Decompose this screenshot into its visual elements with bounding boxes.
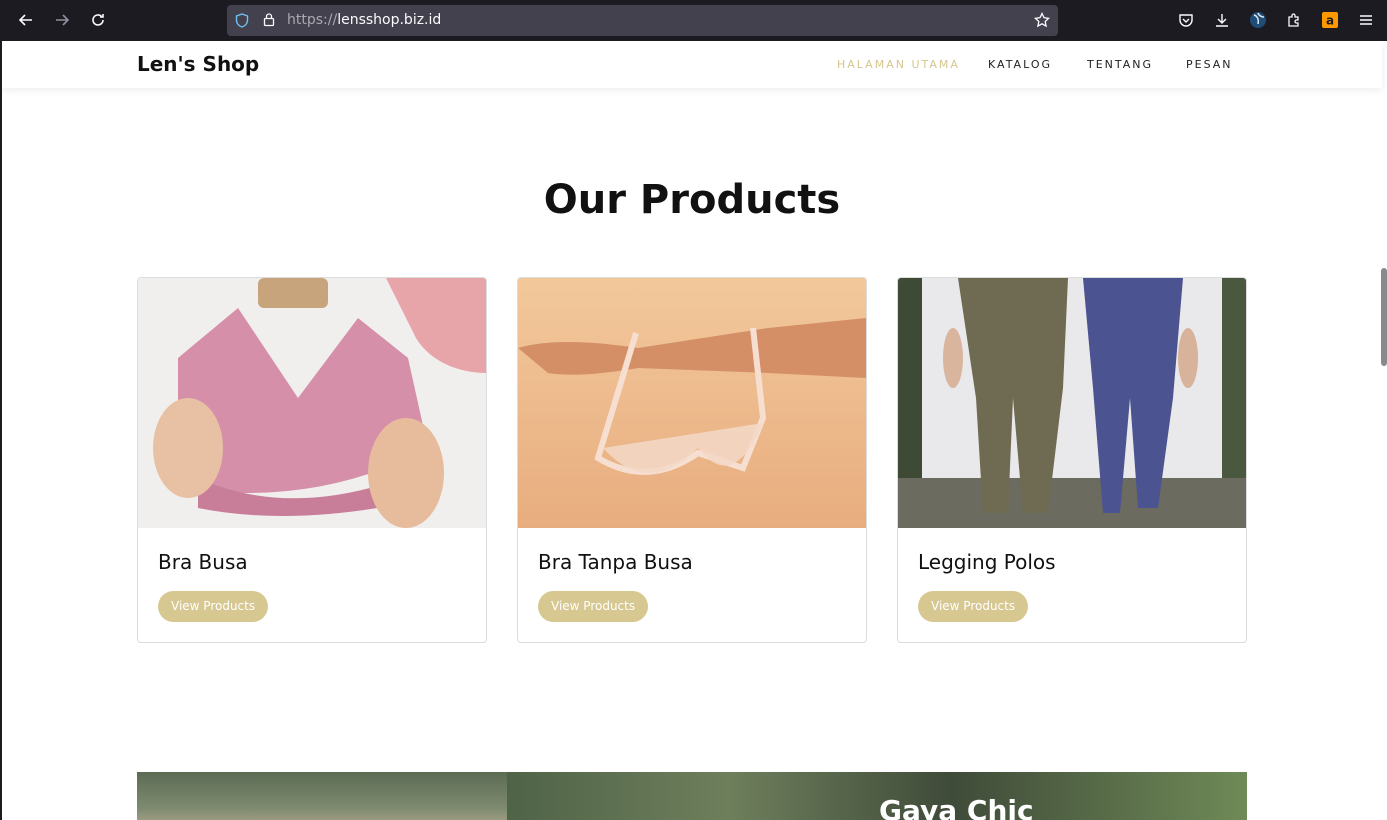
back-button[interactable] bbox=[14, 8, 38, 32]
view-products-button[interactable]: View Products bbox=[158, 591, 269, 622]
browser-toolbar: https://lensshop.biz.id a bbox=[0, 0, 1387, 41]
extensions-button[interactable] bbox=[1283, 9, 1305, 31]
menu-item-halaman-utama[interactable]: HALAMAN UTAMA bbox=[837, 58, 960, 71]
site-logo[interactable]: Len's Shop bbox=[137, 52, 259, 76]
menu-item-tentang[interactable]: TENTANG bbox=[1087, 58, 1153, 71]
arrow-right-icon bbox=[56, 14, 70, 26]
pocket-icon bbox=[1179, 14, 1193, 27]
banner-image-left bbox=[137, 772, 507, 820]
amazon-icon: a bbox=[1322, 12, 1338, 28]
forward-button[interactable] bbox=[50, 8, 74, 32]
page-scrollbar[interactable] bbox=[1381, 268, 1387, 366]
download-icon bbox=[1216, 14, 1228, 27]
page-viewport: Len's Shop HALAMAN UTAMA KATALOG TENTANG… bbox=[0, 41, 1387, 820]
bookmark-star-icon[interactable] bbox=[1034, 12, 1050, 28]
product-image bbox=[898, 278, 1246, 528]
url-scheme: https:// bbox=[287, 12, 338, 28]
product-image bbox=[518, 278, 866, 528]
reload-icon bbox=[92, 14, 104, 26]
product-card: Legging Polos View Products bbox=[897, 277, 1247, 643]
account-button[interactable] bbox=[1247, 9, 1269, 31]
arrow-left-icon bbox=[18, 14, 32, 26]
view-products-button[interactable]: View Products bbox=[918, 591, 1029, 622]
url-host: lensshop.biz.id bbox=[337, 12, 442, 28]
product-title: Bra Tanpa Busa bbox=[538, 550, 693, 574]
product-card: Bra Tanpa Busa View Products bbox=[517, 277, 867, 643]
banner-image-right bbox=[507, 772, 1247, 820]
hamburger-icon bbox=[1360, 15, 1372, 25]
downloads-button[interactable] bbox=[1211, 9, 1233, 31]
url-text[interactable]: https://lensshop.biz.id bbox=[287, 12, 441, 28]
product-title: Legging Polos bbox=[918, 550, 1056, 574]
menu-button[interactable] bbox=[1355, 9, 1377, 31]
menu-item-katalog[interactable]: KATALOG bbox=[988, 58, 1052, 71]
svg-text:a: a bbox=[1326, 14, 1334, 28]
banner-title: Gaya Chic bbox=[879, 794, 1034, 820]
product-title: Bra Busa bbox=[158, 550, 248, 574]
menu-item-pesan[interactable]: PESAN bbox=[1186, 58, 1233, 71]
view-products-button[interactable]: View Products bbox=[538, 591, 649, 622]
amazon-extension-button[interactable]: a bbox=[1319, 9, 1341, 31]
reload-button[interactable] bbox=[86, 8, 110, 32]
extension-globe-icon bbox=[1250, 12, 1266, 28]
section-title: Our Products bbox=[543, 177, 841, 223]
promo-banner: Gaya Chic bbox=[137, 772, 1247, 820]
site-header: Len's Shop HALAMAN UTAMA KATALOG TENTANG… bbox=[2, 41, 1382, 88]
puzzle-icon bbox=[1288, 13, 1299, 27]
lock-icon[interactable] bbox=[263, 12, 275, 27]
shield-icon[interactable] bbox=[235, 13, 249, 28]
product-card: Bra Busa View Products bbox=[137, 277, 487, 643]
pocket-button[interactable] bbox=[1175, 9, 1197, 31]
address-bar[interactable]: https://lensshop.biz.id bbox=[227, 5, 1058, 36]
product-image bbox=[138, 278, 486, 528]
